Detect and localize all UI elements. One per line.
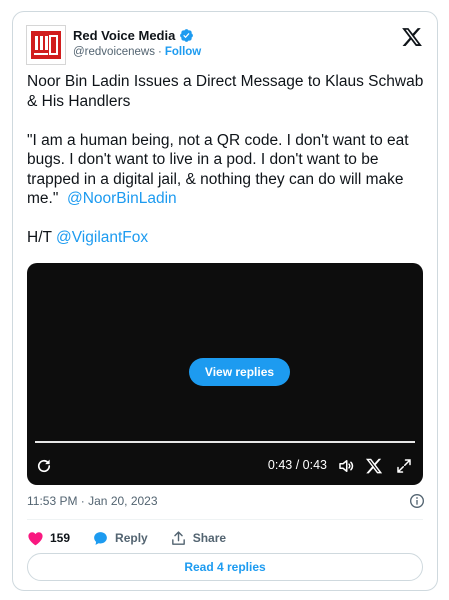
handle-separator: · [158, 46, 162, 58]
tweet-headline: Noor Bin Ladin Issues a Direct Message t… [27, 73, 428, 110]
share-button[interactable]: Share [170, 530, 226, 547]
share-icon [171, 530, 185, 545]
view-replies-button[interactable]: View replies [189, 358, 290, 386]
heart-icon [28, 531, 43, 545]
video-progress-bar[interactable] [35, 441, 415, 443]
mention-noorbinladin[interactable]: @NoorBinLadin [67, 190, 177, 207]
author-name-row: Red Voice Media [73, 28, 194, 43]
video-player[interactable]: View replies 0:43 / 0:43 [27, 263, 423, 485]
video-controls: 0:43 / 0:43 [27, 453, 423, 479]
video-time: 0:43 / 0:43 [267, 458, 327, 472]
tweet-timestamp[interactable]: 11:53 PM · Jan 20, 2023 [27, 494, 158, 508]
x-logo-icon[interactable] [401, 26, 423, 48]
author-handle[interactable]: @redvoicenews [73, 46, 155, 58]
share-label: Share [192, 531, 227, 545]
x-logo-icon[interactable] [365, 457, 383, 475]
fullscreen-icon[interactable] [395, 457, 413, 475]
tweet-card: Red Voice Media @redvoicenews · Follow N… [12, 11, 438, 591]
like-button[interactable]: 159 [27, 530, 70, 547]
read-replies-button[interactable]: Read 4 replies [27, 553, 423, 581]
like-count: 159 [50, 531, 71, 545]
author-handle-row: @redvoicenews · Follow [73, 46, 201, 58]
reply-label: Reply [115, 531, 148, 545]
red-voice-media-logo-icon [31, 31, 61, 59]
reply-bubble-icon [94, 531, 107, 545]
verified-badge-icon [180, 29, 194, 42]
divider [27, 519, 423, 520]
tweet-text: Noor Bin Ladin Issues a Direct Message t… [27, 72, 431, 248]
replay-icon[interactable] [35, 457, 53, 475]
author-display-name[interactable]: Red Voice Media [73, 28, 175, 43]
volume-icon[interactable] [337, 457, 355, 475]
hat-tip-label: H/T [27, 229, 52, 246]
info-icon[interactable] [409, 493, 425, 509]
avatar[interactable] [26, 25, 66, 65]
mention-vigilantfox[interactable]: @VigilantFox [56, 229, 148, 246]
follow-link[interactable]: Follow [165, 46, 201, 58]
tweet-actions: 159 Reply Share [27, 528, 248, 548]
reply-button[interactable]: Reply [92, 530, 148, 547]
